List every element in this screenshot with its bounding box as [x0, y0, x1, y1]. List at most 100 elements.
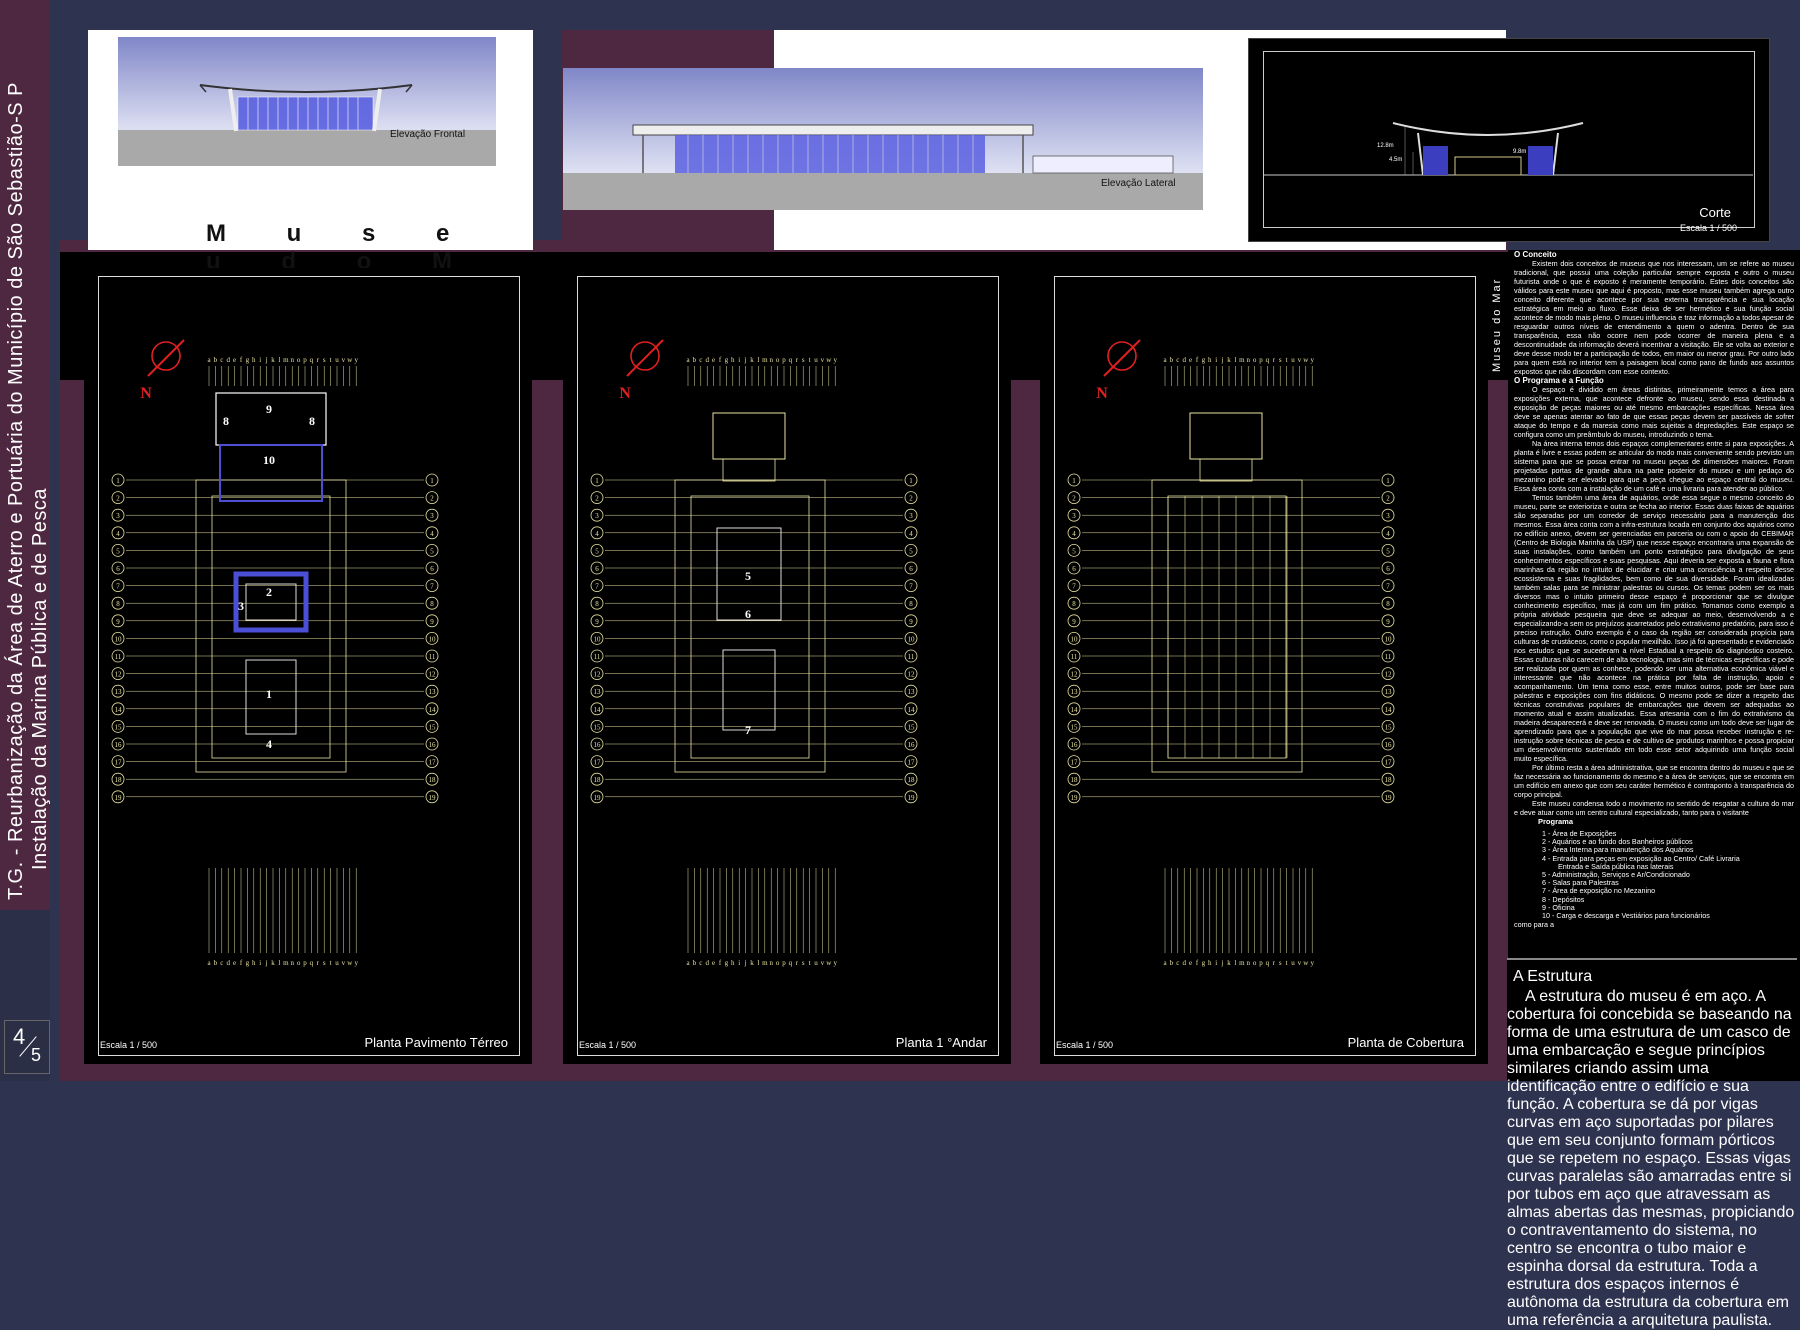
grid-col-label-bottom: c [1176, 959, 1179, 967]
north-letter: N [619, 385, 631, 402]
grid-row-label-right: 6 [909, 565, 913, 573]
grid-col-label-top: q [789, 356, 793, 364]
grid-col-label-top: o [297, 356, 301, 364]
program-paragraph: O espaço é dividido em áreas distintas, … [1514, 385, 1794, 439]
grid-col-label-top: m [283, 356, 289, 364]
grid-row-label-left: 9 [1072, 618, 1076, 626]
grid-row-label-right: 5 [430, 547, 434, 555]
grid-row-label-left: 16 [1071, 741, 1079, 749]
grid-col-label-top: k [1227, 356, 1231, 364]
grid-col-label-bottom: p [782, 959, 786, 967]
grid-row-label-right: 7 [1386, 583, 1390, 591]
grid-col-label-bottom: m [1239, 959, 1245, 967]
grid-row-label-left: 7 [1072, 583, 1076, 591]
grid-col-label-bottom: h [252, 959, 256, 967]
grid-row-label-right: 7 [909, 583, 913, 591]
room-label: 3 [238, 599, 244, 613]
grid-row-label-left: 19 [594, 794, 602, 802]
grid-row-label-left: 2 [595, 495, 599, 503]
grid-col-label-top: e [233, 356, 236, 364]
grid-col-label-top: v [821, 356, 825, 364]
north-arrow-circle [151, 341, 181, 371]
room-label: 8 [223, 414, 229, 428]
grid-row-label-left: 7 [116, 583, 120, 591]
grid-row-label-right: 11 [429, 653, 436, 661]
grid-col-label-top: r [317, 356, 320, 364]
grid-col-label-bottom: k [1227, 959, 1231, 967]
grid-col-label-bottom: k [271, 959, 275, 967]
plan-first-floor-drawing: Naabbccddeeffgghhiijjkkllmmnnooppqqrrsst… [590, 339, 918, 967]
grid-col-label-bottom: y [1310, 959, 1314, 967]
grid-row-label-right: 11 [908, 653, 915, 661]
grid-col-label-bottom: o [1253, 959, 1257, 967]
grid-col-label-bottom: v [1298, 959, 1302, 967]
grid-row-label-left: 12 [1071, 671, 1079, 679]
grid-col-label-top: t [809, 356, 811, 364]
grid-col-label-top: g [246, 356, 250, 364]
section-caption: Corte [1699, 205, 1731, 220]
grid-col-label-top: a [1163, 356, 1167, 364]
grid-row-label-right: 4 [1386, 530, 1390, 538]
grid-row-label-right: 2 [430, 495, 434, 503]
grid-col-label-top: u [814, 356, 818, 364]
sidebar: T.G. - Reurbanização da Área de Aterro e… [0, 0, 51, 1081]
grid-row-label-left: 3 [595, 512, 599, 520]
grid-col-label-top: r [1273, 356, 1276, 364]
grid-row-label-right: 18 [1385, 776, 1393, 784]
page-denominator: 5 [31, 1045, 42, 1065]
grid-row-label-right: 8 [909, 600, 913, 608]
grid-col-label-top: v [342, 356, 346, 364]
grid-col-label-bottom: a [1163, 959, 1167, 967]
grid-col-label-top: f [719, 356, 722, 364]
grid-row-label-left: 4 [116, 530, 120, 538]
grid-col-label-top: h [1208, 356, 1212, 364]
grid-col-label-bottom: m [283, 959, 289, 967]
grid-row-label-right: 16 [908, 741, 916, 749]
grid-col-label-bottom: b [1170, 959, 1174, 967]
grid-col-label-bottom: u [814, 959, 818, 967]
grid-row-label-right: 17 [908, 759, 916, 767]
section-dim-a: 12.8m [1377, 143, 1394, 149]
grid-col-label-top: n [290, 356, 294, 364]
building-inner-outline [1167, 495, 1287, 759]
grid-col-label-top: m [762, 356, 768, 364]
grid-col-label-top: q [310, 356, 314, 364]
grid-row-label-right: 17 [1385, 759, 1393, 767]
grid-col-label-top: i [738, 356, 740, 364]
program-paragraph: Este museu condensa todo o movimento no … [1514, 799, 1794, 817]
grid-col-label-bottom: b [214, 959, 218, 967]
annex-link [1199, 458, 1253, 482]
grid-col-label-bottom: s [1279, 959, 1282, 967]
grid-row-label-left: 14 [1071, 706, 1079, 714]
structure-heading: A Estrutura [1513, 968, 1593, 985]
grid-col-label-top: h [731, 356, 735, 364]
grid-row-label-left: 3 [1072, 512, 1076, 520]
grid-col-label-bottom: u [1291, 959, 1295, 967]
grid-row-label-right: 1 [909, 477, 913, 485]
building-inner-outline [690, 495, 810, 759]
grid-col-label-bottom: a [207, 959, 211, 967]
grid-col-label-top: k [750, 356, 754, 364]
grid-col-label-bottom: l [1234, 959, 1236, 967]
grid-col-label-top: d [705, 356, 709, 364]
grid-col-label-top: c [1176, 356, 1179, 364]
grid-col-label-bottom: t [1286, 959, 1288, 967]
grid-col-label-bottom: j [1221, 959, 1224, 967]
grid-col-label-top: a [686, 356, 690, 364]
program-list-item: 10 - Carga e descarga e Vestiários para … [1542, 911, 1710, 921]
plan-ground-floor-drawing: Naabbccddeeffgghhiijjkkllmmnnooppqqrrsst… [111, 339, 439, 967]
grid-col-label-bottom: y [833, 959, 837, 967]
grid-row-label-left: 6 [116, 565, 120, 573]
grid-row-label-left: 18 [1071, 776, 1079, 784]
grid-row-label-left: 9 [116, 618, 120, 626]
program-paragraph: Por último resta a área administrativa, … [1514, 763, 1794, 799]
grid-row-label-left: 17 [115, 759, 123, 767]
grid-row-label-left: 6 [595, 565, 599, 573]
room-label: 2 [266, 585, 272, 599]
grid-row-label-right: 19 [1385, 794, 1393, 802]
grid-col-label-top: t [330, 356, 332, 364]
plan-scale: Escala 1 / 500 [1056, 1040, 1114, 1050]
grid-col-label-bottom: l [757, 959, 759, 967]
program-tail: como para a [1514, 920, 1554, 930]
grid-col-label-top: k [271, 356, 275, 364]
